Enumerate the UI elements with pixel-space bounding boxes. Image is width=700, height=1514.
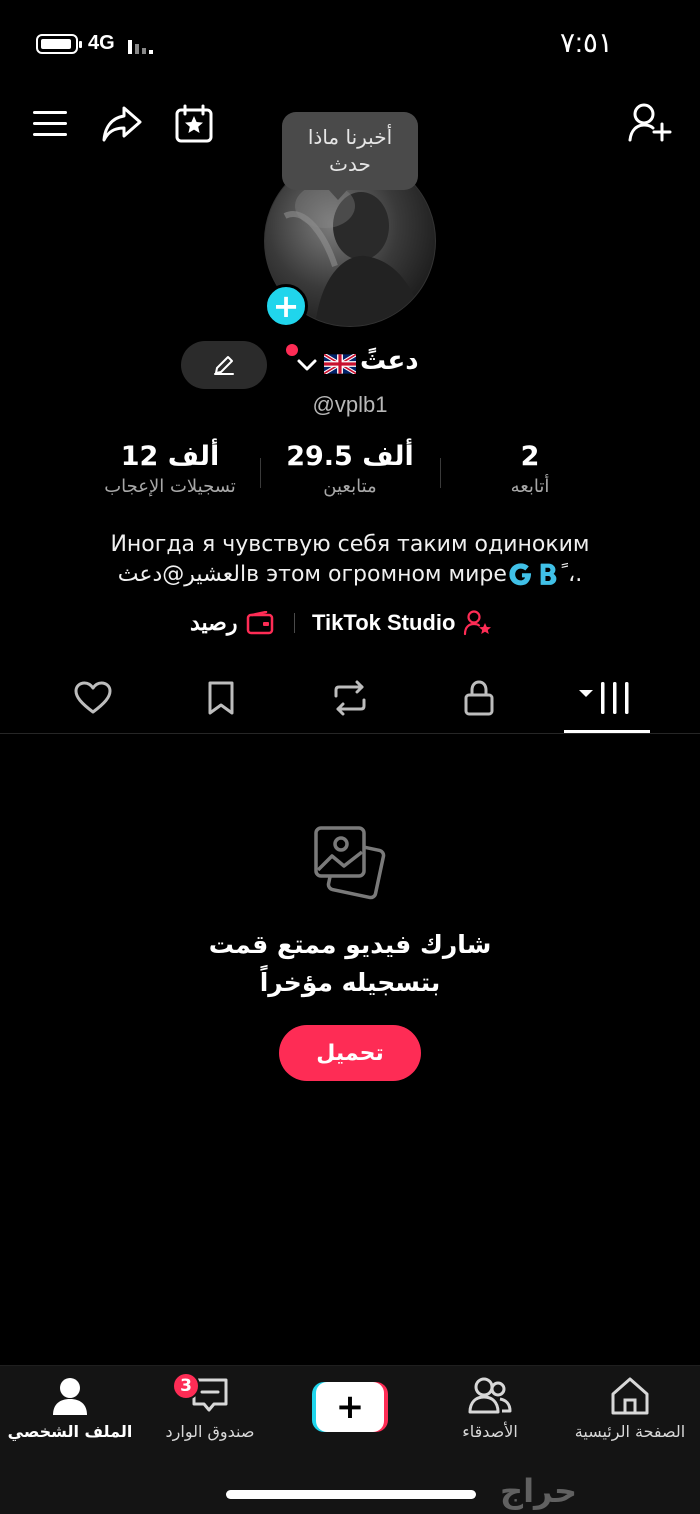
bio-line-2: العشير@دعثв этом огромном мире🇬🇧ً ،. (117, 562, 583, 587)
create-button[interactable]: + (312, 1382, 388, 1432)
stat-following[interactable]: 2 أتابعه (442, 440, 618, 500)
tooltip-text: أخبرنا ماذا حدث (307, 125, 393, 176)
add-story-button[interactable]: + (264, 284, 308, 328)
empty-state-text: شارك فيديو ممتع قمت بتسجيله مؤخراً (208, 930, 492, 997)
nav-home[interactable]: الصفحة الرئيسية (560, 1376, 700, 1456)
nav-profile[interactable]: الملف الشخصي (0, 1376, 140, 1456)
status-time: ٧:٥١ (560, 27, 613, 58)
add-friend-icon[interactable] (628, 102, 672, 144)
notification-dot (286, 344, 298, 356)
nav-home-label: الصفحة الرئيسية (574, 1422, 686, 1441)
following-count: 2 (520, 441, 540, 472)
watermark: حراج (500, 1472, 577, 1510)
display-name: دعثً (360, 346, 419, 376)
person-star-icon (464, 610, 492, 636)
tabs-divider (0, 733, 700, 734)
likes-label: تسجيلات الإعجاب (104, 476, 236, 497)
tab-videos[interactable] (542, 674, 672, 722)
videos-grid-icon (579, 682, 629, 714)
home-icon (611, 1377, 649, 1415)
profile-icon (53, 1378, 87, 1415)
stat-followers[interactable]: 29.5 ألف متابعين (262, 440, 438, 500)
edit-profile-button[interactable] (181, 341, 267, 389)
tab-reposts[interactable] (285, 674, 415, 722)
share-icon[interactable] (100, 104, 144, 144)
nav-friends[interactable]: الأصدقاء (420, 1376, 560, 1456)
followers-label: متابعين (323, 476, 377, 497)
followers-count: 29.5 ألف (286, 441, 414, 472)
link-divider (294, 613, 295, 633)
empty-state-title: شارك فيديو ممتع قمت بتسجيله مؤخراً (150, 926, 550, 1002)
friends-icon (468, 1377, 512, 1414)
wallet-icon (246, 611, 273, 635)
photo-gallery-icon (314, 826, 386, 900)
bookmark-icon (208, 681, 234, 715)
stat-likes[interactable]: 12 ألف تسجيلات الإعجاب (80, 440, 260, 500)
following-label: أتابعه (510, 476, 550, 497)
status-tooltip[interactable]: أخبرنا ماذا حدث (282, 112, 418, 200)
uk-flag-icon (324, 354, 356, 374)
menu-icon[interactable] (32, 108, 68, 140)
tab-saved[interactable] (156, 674, 286, 722)
tab-private[interactable] (414, 674, 544, 722)
bio-line-1: Иногда я чувствую себя таким одиноким (110, 532, 590, 557)
nav-inbox-label: صندوق الوارد (165, 1422, 255, 1441)
tiktok-studio-link[interactable]: TikTok Studio (312, 607, 493, 639)
pencil-icon (214, 356, 234, 375)
calendar-star-icon[interactable] (174, 104, 214, 144)
repost-icon (334, 680, 366, 716)
inbox-badge: 3 (172, 1372, 200, 1400)
lock-icon (464, 680, 494, 716)
username: @vplb1 (312, 392, 388, 417)
likes-count: 12 ألف (120, 441, 220, 472)
upload-label: تحميل (316, 1040, 384, 1066)
bottom-navigation: الملف الشخصي صندوق الوارد 3 + الأصدقاء ا… (0, 1365, 700, 1514)
plus-icon: + (316, 1382, 384, 1432)
links-row: رصيد TikTok Studio (190, 607, 520, 639)
upload-button[interactable]: تحميل (279, 1025, 421, 1081)
stat-divider (260, 458, 261, 488)
signal-icon (128, 40, 153, 54)
battery-icon (36, 34, 82, 54)
bio: Иногда я чувствую себя таким одиноким ال… (50, 530, 650, 590)
home-indicator[interactable] (226, 1490, 476, 1499)
tab-liked[interactable] (28, 674, 158, 722)
chevron-down-icon[interactable] (296, 356, 318, 374)
balance-label: رصيد (190, 610, 238, 635)
nav-profile-label: الملف الشخصي (7, 1422, 133, 1441)
nav-inbox[interactable]: صندوق الوارد (140, 1376, 280, 1456)
balance-link[interactable]: رصيد (190, 607, 274, 639)
nav-friends-label: الأصدقاء (462, 1422, 518, 1441)
network-type: 4G (88, 32, 115, 54)
stat-divider (440, 458, 441, 488)
studio-label: TikTok Studio (312, 610, 456, 635)
heart-icon (74, 681, 112, 714)
